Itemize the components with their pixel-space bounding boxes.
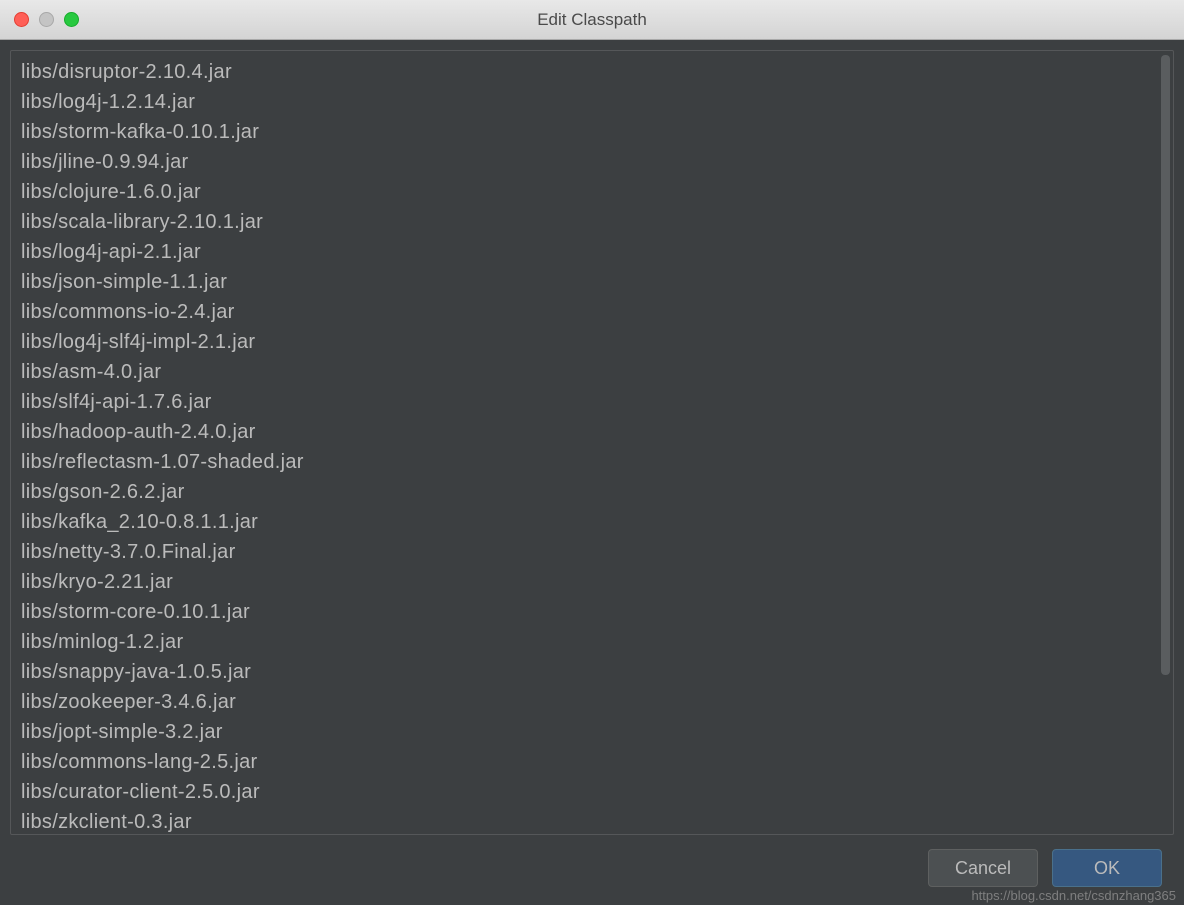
scrollbar-thumb[interactable] (1161, 55, 1170, 675)
traffic-lights (0, 12, 79, 27)
list-item[interactable]: libs/commons-lang-2.5.jar (21, 747, 1163, 777)
list-item[interactable]: libs/commons-io-2.4.jar (21, 297, 1163, 327)
button-row: Cancel OK (10, 835, 1174, 895)
list-item[interactable]: libs/zookeeper-3.4.6.jar (21, 687, 1163, 717)
list-item[interactable]: libs/minlog-1.2.jar (21, 627, 1163, 657)
maximize-icon[interactable] (64, 12, 79, 27)
list-item[interactable]: libs/netty-3.7.0.Final.jar (21, 537, 1163, 567)
list-item[interactable]: libs/kafka_2.10-0.8.1.1.jar (21, 507, 1163, 537)
list-item[interactable]: libs/snappy-java-1.0.5.jar (21, 657, 1163, 687)
list-item[interactable]: libs/storm-core-0.10.1.jar (21, 597, 1163, 627)
cancel-button[interactable]: Cancel (928, 849, 1038, 887)
list-item[interactable]: libs/hadoop-auth-2.4.0.jar (21, 417, 1163, 447)
list-item[interactable]: libs/kryo-2.21.jar (21, 567, 1163, 597)
list-item[interactable]: libs/asm-4.0.jar (21, 357, 1163, 387)
list-item[interactable]: libs/reflectasm-1.07-shaded.jar (21, 447, 1163, 477)
list-item[interactable]: libs/storm-kafka-0.10.1.jar (21, 117, 1163, 147)
classpath-list[interactable]: libs/disruptor-2.10.4.jarlibs/log4j-1.2.… (11, 51, 1173, 834)
list-item[interactable]: libs/clojure-1.6.0.jar (21, 177, 1163, 207)
close-icon[interactable] (14, 12, 29, 27)
list-item[interactable]: libs/gson-2.6.2.jar (21, 477, 1163, 507)
list-item[interactable]: libs/log4j-1.2.14.jar (21, 87, 1163, 117)
ok-button[interactable]: OK (1052, 849, 1162, 887)
list-item[interactable]: libs/curator-client-2.5.0.jar (21, 777, 1163, 807)
classpath-list-container: libs/disruptor-2.10.4.jarlibs/log4j-1.2.… (10, 50, 1174, 835)
window-titlebar: Edit Classpath (0, 0, 1184, 40)
list-item[interactable]: libs/jopt-simple-3.2.jar (21, 717, 1163, 747)
list-item[interactable]: libs/log4j-api-2.1.jar (21, 237, 1163, 267)
window-title: Edit Classpath (537, 10, 647, 30)
list-item[interactable]: libs/log4j-slf4j-impl-2.1.jar (21, 327, 1163, 357)
list-item[interactable]: libs/jline-0.9.94.jar (21, 147, 1163, 177)
list-item[interactable]: libs/slf4j-api-1.7.6.jar (21, 387, 1163, 417)
list-item[interactable]: libs/json-simple-1.1.jar (21, 267, 1163, 297)
minimize-icon[interactable] (39, 12, 54, 27)
scrollbar-track[interactable] (1161, 55, 1170, 830)
dialog-content: libs/disruptor-2.10.4.jarlibs/log4j-1.2.… (0, 40, 1184, 905)
list-item[interactable]: libs/scala-library-2.10.1.jar (21, 207, 1163, 237)
list-item[interactable]: libs/disruptor-2.10.4.jar (21, 57, 1163, 87)
list-item[interactable]: libs/zkclient-0.3.jar (21, 807, 1163, 834)
